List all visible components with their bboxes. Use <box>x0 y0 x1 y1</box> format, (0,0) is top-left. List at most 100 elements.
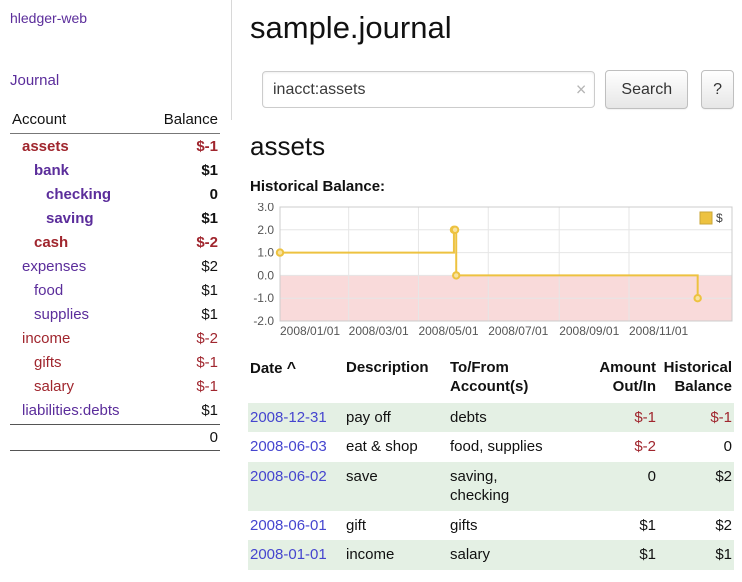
nav-journal-link[interactable]: Journal <box>10 72 232 89</box>
account-row: bank $1 <box>10 158 220 182</box>
svg-text:1.0: 1.0 <box>257 246 274 260</box>
register-row: 2008-06-02 savesaving, checking0$2 <box>248 462 734 511</box>
account-row: saving $1 <box>10 206 220 230</box>
accounts-header-account: Account <box>12 111 66 128</box>
help-button[interactable]: ? <box>701 70 734 109</box>
register-table: Date ^ Description To/From Account(s) Am… <box>248 357 734 570</box>
accounts-header-balance: Balance <box>164 111 218 128</box>
account-link[interactable]: bank <box>10 162 69 179</box>
account-balance: $1 <box>201 162 218 179</box>
clear-search-icon[interactable]: × <box>576 80 587 98</box>
account-link[interactable]: cash <box>10 234 68 251</box>
register-row: 2008-06-03 eat & shopfood, supplies$-20 <box>248 432 734 462</box>
sort-asc-icon: ^ <box>287 360 296 377</box>
svg-text:-2.0: -2.0 <box>253 314 274 328</box>
register-row: 2008-01-01incomesalary$1$1 <box>248 540 734 570</box>
transaction-date-link[interactable]: 2008-01-01 <box>250 546 327 563</box>
svg-text:2.0: 2.0 <box>257 223 274 237</box>
transaction-balance: 0 <box>658 432 734 462</box>
chart-title: Historical Balance: <box>250 178 734 195</box>
account-balance: $1 <box>201 306 218 323</box>
header-date: Date <box>250 360 283 377</box>
header-balance: Historical Balance <box>658 357 734 403</box>
search-bar: × Search ? <box>262 70 734 109</box>
transaction-balance: $-1 <box>658 403 734 433</box>
account-balance: $-2 <box>196 330 218 347</box>
account-row: assets $-1 <box>10 134 220 158</box>
transaction-balance: $2 <box>658 462 734 511</box>
svg-text:0.0: 0.0 <box>257 268 274 282</box>
account-link[interactable]: checking <box>10 186 111 203</box>
transaction-amount: 0 <box>580 462 658 511</box>
account-row: gifts $-1 <box>10 350 220 374</box>
transaction-description: gift <box>344 511 448 541</box>
register-header-row: Date ^ Description To/From Account(s) Am… <box>248 357 734 403</box>
legend-series-label: $ <box>716 211 723 225</box>
account-balance: $2 <box>201 258 218 275</box>
transaction-amount: $1 <box>580 511 658 541</box>
account-balance: $-1 <box>196 378 218 395</box>
sort-by-date-link[interactable]: Date ^ <box>250 360 296 377</box>
account-row: food$1 <box>10 278 220 302</box>
transaction-accounts: saving, checking <box>448 462 580 511</box>
accounts-total-row: 0 <box>10 424 220 451</box>
svg-text:2008/07/01: 2008/07/01 <box>488 324 548 338</box>
register-row: 2008-06-01giftgifts$1$2 <box>248 511 734 541</box>
account-row: supplies $1 <box>10 302 220 326</box>
account-balance: $-2 <box>196 234 218 251</box>
app-title-link[interactable]: hledger-web <box>10 10 232 26</box>
account-balance: $-1 <box>196 354 218 371</box>
transaction-description: save <box>344 462 448 511</box>
transaction-description: eat & shop <box>344 432 448 462</box>
transaction-accounts: gifts <box>448 511 580 541</box>
sidebar-divider <box>231 0 232 120</box>
transaction-accounts: food, supplies <box>448 432 580 462</box>
header-amount: Amount Out/In <box>580 357 658 403</box>
account-row: expenses $2 <box>10 254 220 278</box>
legend-series-swatch <box>700 212 712 224</box>
account-link[interactable]: assets <box>10 138 69 155</box>
account-link[interactable]: supplies <box>10 306 89 323</box>
transaction-date-link[interactable]: 2008-06-01 <box>250 517 327 534</box>
transaction-amount: $-1 <box>580 403 658 433</box>
accounts-total-value: 0 <box>210 429 218 446</box>
account-link[interactable]: expenses <box>10 258 86 275</box>
account-balance: $-1 <box>196 138 218 155</box>
header-description: Description <box>344 357 448 403</box>
search-input[interactable] <box>262 71 595 108</box>
svg-text:2008/03/01: 2008/03/01 <box>349 324 409 338</box>
search-button[interactable]: Search <box>605 70 688 109</box>
balance-line-chart: 3.0 2.0 1.0 0.0 -1.0 -2.0 2008/01/01 2008/03/01… <box>248 203 734 341</box>
transaction-description: pay off <box>344 403 448 433</box>
transaction-amount: $-2 <box>580 432 658 462</box>
account-link[interactable]: food <box>10 282 63 299</box>
svg-text:3.0: 3.0 <box>257 203 274 214</box>
accounts-table-header: Account Balance <box>10 109 220 134</box>
transaction-date-link[interactable]: 2008-06-02 <box>250 468 327 485</box>
transaction-accounts: debts <box>448 403 580 433</box>
page-title: sample.journal <box>250 10 734 46</box>
account-link[interactable]: liabilities:debts <box>10 402 120 419</box>
svg-text:2008/11/01: 2008/11/01 <box>629 324 688 338</box>
historical-balance-chart: 3.0 2.0 1.0 0.0 -1.0 -2.0 2008/01/01 2008/03/01… <box>248 203 734 341</box>
transaction-date-link[interactable]: 2008-12-31 <box>250 409 327 426</box>
accounts-rows: assets $-1 bank $1 checking0 saving $1 cash $-2 e… <box>10 134 220 422</box>
transaction-amount: $1 <box>580 540 658 570</box>
svg-text:2008/05/01: 2008/05/01 <box>418 324 478 338</box>
account-link[interactable]: saving <box>10 210 94 227</box>
account-row: checking0 <box>10 182 220 206</box>
transaction-balance: $1 <box>658 540 734 570</box>
svg-text:2008/09/01: 2008/09/01 <box>559 324 619 338</box>
account-link[interactable]: income <box>10 330 70 347</box>
transaction-accounts: salary <box>448 540 580 570</box>
header-accounts: To/From Account(s) <box>448 357 580 403</box>
account-balance: $1 <box>201 210 218 227</box>
transaction-date-link[interactable]: 2008-06-03 <box>250 438 327 455</box>
svg-text:2008/01/01: 2008/01/01 <box>280 324 340 338</box>
account-link[interactable]: gifts <box>10 354 62 371</box>
svg-text:-1.0: -1.0 <box>253 291 274 305</box>
sidebar: hledger-web Journal Account Balance asse… <box>0 0 232 451</box>
account-link[interactable]: salary <box>10 378 74 395</box>
accounts-table: Account Balance assets$-1bank$1checking0… <box>10 109 220 451</box>
account-balance: $1 <box>201 402 218 419</box>
